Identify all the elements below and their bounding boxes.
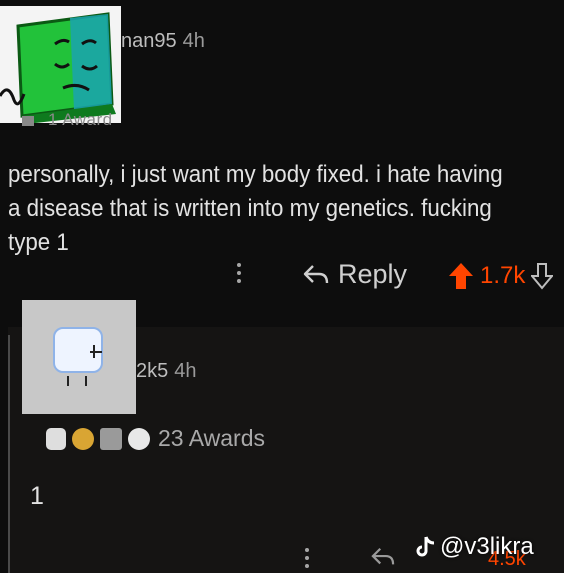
- commenter-avatar[interactable]: [0, 6, 121, 124]
- face-award-icon: [128, 427, 150, 450]
- reply-more-options-icon[interactable]: [305, 548, 309, 568]
- reply-awards[interactable]: 23 Awards: [46, 425, 265, 452]
- reply-label: Reply: [338, 259, 408, 289]
- reply-avatar[interactable]: [22, 300, 136, 414]
- comment-meta: nan95 4h: [121, 30, 205, 53]
- comment-body: personally, i just want my body fixed. i…: [8, 161, 503, 256]
- reply-button[interactable]: Reply: [302, 259, 407, 290]
- vote-control: 1.7k: [448, 261, 554, 291]
- silver-award-icon: [46, 427, 66, 450]
- upvote-count: 1.7k: [480, 262, 526, 289]
- award-icon: [22, 115, 34, 126]
- comment-time: 4h: [182, 30, 205, 52]
- reply-arrow-icon: [303, 264, 329, 283]
- reply-time: 4h: [174, 360, 197, 382]
- reply-awards-label: 23 Awards: [158, 425, 265, 451]
- upvote-icon[interactable]: [448, 261, 474, 291]
- comment-awards-label: 1 Award: [48, 110, 113, 129]
- reply-body: 1: [30, 482, 44, 510]
- reply-reply-icon[interactable]: [370, 546, 396, 568]
- hands-award-icon: [100, 427, 122, 450]
- watermark-handle: @v3likra: [440, 533, 534, 560]
- reply-username[interactable]: 2k5: [136, 360, 168, 382]
- reply-meta: 2k5 4h: [136, 360, 197, 383]
- more-options-icon[interactable]: [237, 263, 241, 283]
- downvote-icon[interactable]: [531, 262, 554, 290]
- tiktok-watermark: @v3likra: [414, 533, 534, 561]
- comment-actions: Reply 1.7k: [0, 255, 564, 299]
- tiktok-icon: [416, 536, 435, 557]
- comment-username[interactable]: nan95: [121, 30, 177, 52]
- gold-award-icon: [72, 427, 94, 450]
- comment-awards[interactable]: 1 Award: [22, 110, 113, 130]
